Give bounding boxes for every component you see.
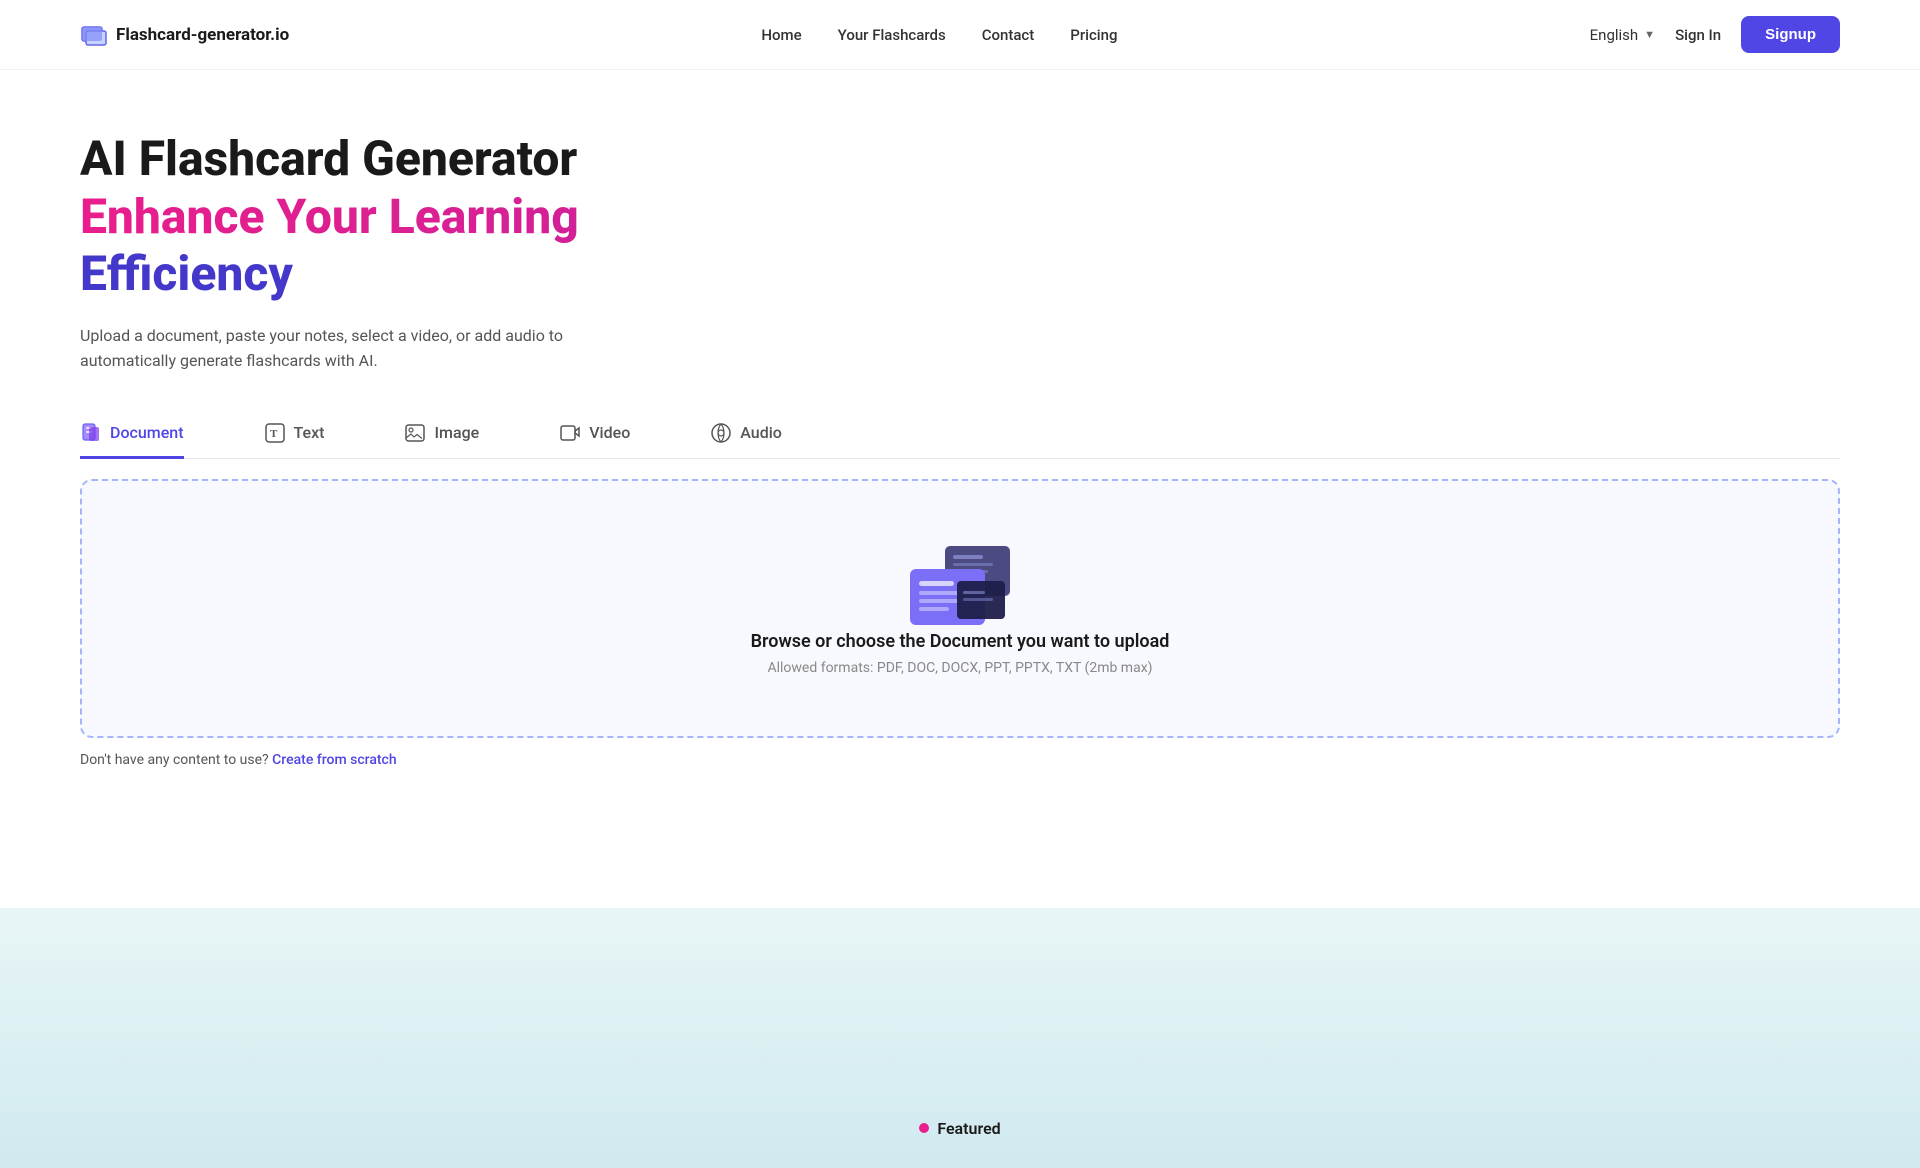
nav-contact[interactable]: Contact bbox=[982, 26, 1035, 44]
scratch-prefix: Don't have any content to use? bbox=[80, 752, 269, 768]
nav-links: Home Your Flashcards Contact Pricing bbox=[761, 25, 1117, 44]
language-label: English bbox=[1590, 26, 1639, 44]
nav-home[interactable]: Home bbox=[761, 26, 801, 44]
video-icon bbox=[559, 422, 581, 444]
chevron-down-icon: ▼ bbox=[1644, 28, 1655, 41]
bottom-section: Featured bbox=[0, 908, 1920, 1168]
svg-text:T: T bbox=[270, 428, 278, 440]
tabs-row: Document T Text Image bbox=[80, 410, 1840, 459]
logo-icon bbox=[80, 21, 108, 49]
tab-audio[interactable]: Audio bbox=[710, 410, 782, 459]
tab-image[interactable]: Image bbox=[404, 410, 479, 459]
hero-title-line3: Efficiency bbox=[80, 245, 1840, 303]
image-icon bbox=[404, 422, 426, 444]
tab-document-label: Document bbox=[110, 423, 184, 442]
hero-subtitle: Upload a document, paste your notes, sel… bbox=[80, 323, 620, 374]
featured-text: Featured bbox=[937, 1119, 1000, 1138]
hero-section: AI Flashcard Generator Enhance Your Lear… bbox=[80, 130, 1840, 374]
main-content: AI Flashcard Generator Enhance Your Lear… bbox=[0, 70, 1920, 808]
hero-title-line1: AI Flashcard Generator bbox=[80, 130, 1840, 188]
hero-title-line2: Enhance Your Learning bbox=[80, 188, 1840, 246]
featured-label: Featured bbox=[919, 1119, 1000, 1138]
tab-text[interactable]: T Text bbox=[264, 410, 325, 459]
upload-subtitle: Allowed formats: PDF, DOC, DOCX, PPT, PP… bbox=[767, 660, 1152, 676]
upload-area[interactable]: Browse or choose the Document you want t… bbox=[80, 479, 1840, 738]
document-icon bbox=[80, 422, 102, 444]
nav-flashcards[interactable]: Your Flashcards bbox=[838, 26, 946, 44]
signup-button[interactable]: Signup bbox=[1741, 16, 1840, 53]
language-selector[interactable]: English ▼ bbox=[1590, 26, 1655, 44]
featured-dot bbox=[919, 1123, 929, 1133]
tab-document[interactable]: Document bbox=[80, 410, 184, 459]
scratch-prompt: Don't have any content to use? Create fr… bbox=[80, 752, 1840, 768]
brand-logo[interactable]: Flashcard-generator.io bbox=[80, 21, 289, 49]
nav-right: English ▼ Sign In Signup bbox=[1590, 16, 1840, 53]
upload-title: Browse or choose the Document you want t… bbox=[751, 631, 1170, 652]
text-icon: T bbox=[264, 422, 286, 444]
nav-pricing[interactable]: Pricing bbox=[1070, 26, 1117, 44]
tab-text-label: Text bbox=[294, 423, 325, 442]
tab-video[interactable]: Video bbox=[559, 410, 630, 459]
tab-audio-label: Audio bbox=[740, 423, 782, 442]
create-from-scratch-link[interactable]: Create from scratch bbox=[272, 752, 397, 768]
navbar: Flashcard-generator.io Home Your Flashca… bbox=[0, 0, 1920, 70]
signin-link[interactable]: Sign In bbox=[1675, 26, 1721, 44]
upload-illustration bbox=[895, 541, 1025, 631]
tab-video-label: Video bbox=[589, 423, 630, 442]
brand-name: Flashcard-generator.io bbox=[116, 25, 289, 45]
audio-icon bbox=[710, 422, 732, 444]
tab-image-label: Image bbox=[434, 423, 479, 442]
